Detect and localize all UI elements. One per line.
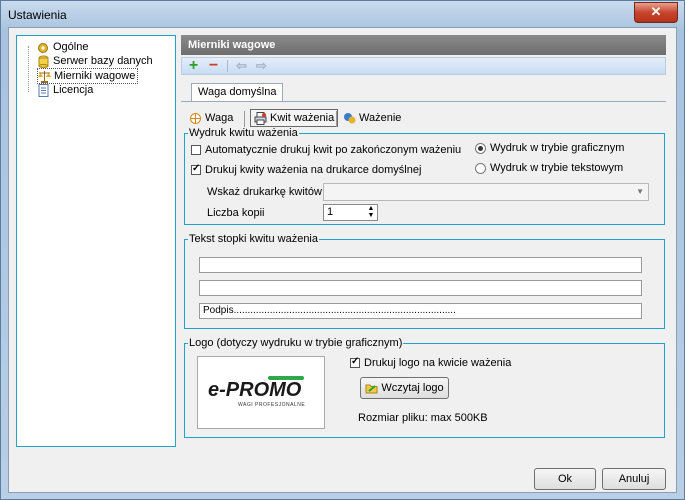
- tree-item-general[interactable]: Ogólne: [37, 40, 88, 54]
- weighing-icon: [343, 112, 356, 125]
- print-logo-checkbox[interactable]: Drukuj logo na kwicie ważenia: [350, 356, 512, 369]
- scale-icon: [38, 70, 51, 83]
- radio-dot: [475, 162, 486, 174]
- auto-print-checkbox[interactable]: Automatycznie drukuj kwit po zakończonym…: [191, 144, 461, 156]
- printer-label: Wskaż drukarkę kwitów: [207, 186, 322, 198]
- subtab-label: Ważenie: [359, 112, 402, 124]
- printer-icon: [254, 111, 267, 125]
- panel-header: Mierniki wagowe: [181, 35, 666, 55]
- tree-item-scales[interactable]: Mierniki wagowe: [37, 68, 139, 84]
- copies-value: 1: [327, 206, 334, 218]
- checkbox-box: [191, 163, 201, 175]
- load-logo-button[interactable]: Wczytaj logo: [360, 377, 449, 399]
- footer-line-3-input[interactable]: Podpis..................................…: [199, 303, 642, 319]
- title-bar[interactable]: Ustawienia ✕: [1, 1, 684, 27]
- tree-item-label: Licencja: [53, 84, 94, 96]
- tree-item-database-server[interactable]: Serwer bazy danych: [37, 54, 153, 68]
- toolbar: + − ⇦ ⇨: [181, 57, 666, 75]
- graphic-mode-radio[interactable]: Wydruk w trybie graficznym: [475, 142, 624, 154]
- dialog-client-area: Ogólne Serwer bazy danych Mierniki wagow…: [8, 27, 677, 493]
- settings-window: Ustawienia ✕ Ogólne Serwer bazy danych M…: [0, 0, 685, 500]
- chevron-down-icon: ▼: [636, 187, 644, 196]
- group-title: Logo (dotyczy wydruku w trybie graficzny…: [188, 337, 404, 349]
- subtab-bar: Waga Kwit ważenia Ważenie: [181, 107, 666, 129]
- cancel-button[interactable]: Anuluj: [602, 468, 666, 490]
- document-icon: [37, 83, 50, 97]
- footer-line-2-input[interactable]: [199, 280, 642, 296]
- tab-default-scale[interactable]: Waga domyślna: [191, 83, 284, 101]
- radio-label: Wydruk w trybie graficznym: [490, 142, 625, 154]
- subtab-weighing-ticket[interactable]: Kwit ważenia: [250, 109, 339, 127]
- group-title: Wydruk kwitu ważenia: [188, 127, 299, 139]
- copies-stepper[interactable]: 1 ▲ ▼: [323, 204, 378, 221]
- database-icon: [37, 55, 50, 68]
- subtab-label: Kwit ważenia: [270, 112, 335, 124]
- tree-item-label: Mierniki wagowe: [54, 70, 136, 82]
- subtab-weighing[interactable]: Ważenie: [343, 109, 401, 127]
- tab-strip: Waga domyślna: [181, 81, 666, 102]
- radio-label: Wydruk w trybie tekstowym: [490, 162, 624, 174]
- text-mode-radio[interactable]: Wydruk w trybie tekstowym: [475, 162, 623, 174]
- copies-label: Liczba kopii: [207, 207, 265, 219]
- group-title: Tekst stopki kwitu ważenia: [188, 233, 319, 245]
- checkbox-label: Automatycznie drukuj kwit po zakończonym…: [205, 144, 462, 156]
- tree-item-license[interactable]: Licencja: [37, 83, 93, 97]
- logo-text: e-PROMO: [208, 379, 302, 401]
- arrow-left-icon[interactable]: ⇦: [234, 59, 249, 73]
- logo-subtext: WAGI PROFESJONALNE: [238, 402, 306, 408]
- cogs-icon: [37, 41, 50, 54]
- tree-item-label: Serwer bazy danych: [53, 55, 153, 67]
- open-folder-icon: [365, 382, 378, 395]
- subtab-label: Waga: [205, 112, 234, 124]
- subtab-separator: [244, 111, 245, 127]
- footer-text-group: Tekst stopki kwitu ważenia Podpis.......…: [184, 233, 665, 329]
- subtab-scale[interactable]: Waga: [189, 109, 233, 127]
- print-settings-group: Wydruk kwitu ważenia Automatycznie druku…: [184, 127, 665, 225]
- spin-arrows-icon[interactable]: ▲ ▼: [365, 205, 377, 220]
- radio-dot: [475, 142, 486, 154]
- printer-select[interactable]: ▼: [323, 183, 649, 201]
- file-size-info: Rozmiar pliku: max 500KB: [358, 412, 488, 424]
- window-title: Ustawienia: [8, 8, 67, 22]
- main-panel: Mierniki wagowe + − ⇦ ⇨ Waga domyślna Wa…: [181, 35, 666, 447]
- toolbar-separator: [227, 60, 228, 72]
- subtab-separator: [336, 111, 337, 127]
- close-button[interactable]: ✕: [634, 2, 678, 23]
- tree-item-label: Ogólne: [53, 41, 89, 53]
- button-label: Wczytaj logo: [381, 382, 444, 394]
- default-printer-checkbox[interactable]: Drukuj kwity ważenia na drukarce domyśln…: [191, 163, 422, 176]
- remove-icon[interactable]: −: [206, 58, 221, 74]
- logo-preview: e-PROMO WAGI PROFESJONALNE: [197, 356, 325, 429]
- logo-group: Logo (dotyczy wydruku w trybie graficzny…: [184, 337, 665, 438]
- scale-icon: [189, 112, 202, 125]
- checkbox-label: Drukuj kwity ważenia na drukarce domyśln…: [205, 164, 422, 176]
- checkbox-label: Drukuj logo na kwicie ważenia: [364, 357, 512, 369]
- checkbox-box: [191, 145, 201, 155]
- ok-button[interactable]: Ok: [534, 468, 596, 490]
- footer-line-1-input[interactable]: [199, 257, 642, 273]
- checkbox-box: [350, 356, 360, 368]
- add-icon[interactable]: +: [186, 58, 201, 74]
- settings-tree: Ogólne Serwer bazy danych Mierniki wagow…: [16, 35, 176, 447]
- tree-connector: [28, 46, 29, 92]
- arrow-right-icon[interactable]: ⇨: [254, 59, 269, 73]
- logo-swoosh: [268, 376, 304, 380]
